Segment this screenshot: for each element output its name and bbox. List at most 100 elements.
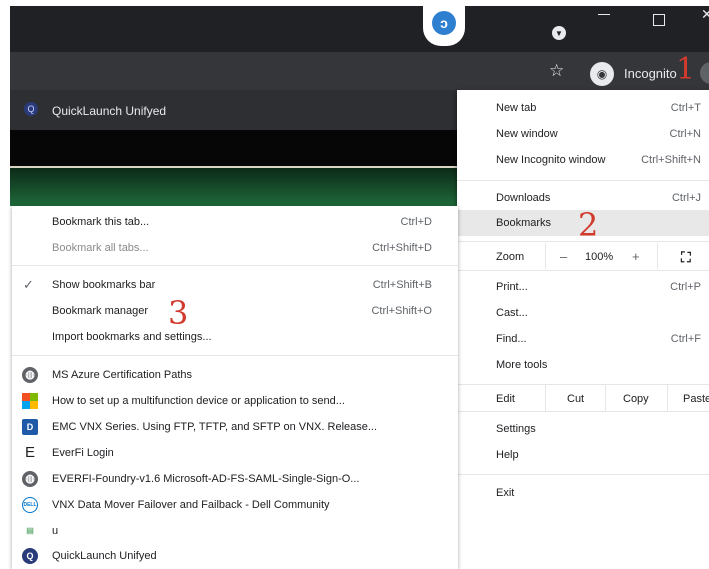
quicklaunch-icon: Q bbox=[22, 548, 38, 564]
menu-item-new-tab[interactable]: New tab Ctrl+T bbox=[457, 95, 709, 121]
menu-item-shortcut: Ctrl+Shift+N bbox=[641, 154, 701, 166]
paste-button[interactable]: Paste bbox=[683, 393, 709, 405]
bookmark-item[interactable]: D EMC VNX Series. Using FTP, TFTP, and S… bbox=[12, 414, 458, 440]
menu-item-label: Bookmark this tab... bbox=[52, 216, 150, 228]
page-banner bbox=[10, 130, 460, 168]
menu-item-shortcut: Ctrl+J bbox=[671, 192, 701, 204]
bookmark-item[interactable]: ◍ MS Azure Certification Paths bbox=[12, 362, 458, 388]
copy-button[interactable]: Copy bbox=[623, 393, 649, 405]
menu-item-label: New tab bbox=[496, 102, 537, 114]
cut-button[interactable]: Cut bbox=[567, 393, 584, 405]
annotation-number: 2 bbox=[578, 206, 599, 244]
menu-item-find[interactable]: Find... Ctrl+F bbox=[457, 326, 709, 352]
close-icon[interactable]: ✕ bbox=[701, 6, 709, 23]
submenu-item-bookmark-manager[interactable]: Bookmark manager Ctrl+Shift+O bbox=[12, 298, 458, 324]
chrome-main-menu: New tab Ctrl+T New window Ctrl+N New Inc… bbox=[457, 90, 709, 569]
menu-item-new-incognito[interactable]: New Incognito window Ctrl+Shift+N bbox=[457, 147, 709, 173]
menu-item-shortcut: Ctrl+N bbox=[669, 128, 701, 140]
menu-item-label: Settings bbox=[496, 423, 536, 435]
bookmark-item[interactable]: How to set up a multifunction device or … bbox=[12, 388, 458, 414]
bookmark-label: VNX Data Mover Failover and Failback - D… bbox=[52, 499, 330, 511]
menu-item-cast[interactable]: Cast... bbox=[457, 300, 709, 326]
menu-item-label: More tools bbox=[496, 359, 548, 371]
bookmark-label: EverFi Login bbox=[52, 447, 114, 459]
menu-item-label: New Incognito window bbox=[496, 154, 606, 166]
bookmark-label: MS Azure Certification Paths bbox=[52, 369, 193, 381]
menu-item-label: Bookmarks bbox=[496, 217, 552, 229]
incognito-icon[interactable]: ◉ bbox=[590, 62, 614, 86]
edit-divider bbox=[545, 385, 546, 411]
page-header bbox=[10, 168, 460, 206]
menu-item-new-window[interactable]: New window Ctrl+N bbox=[457, 121, 709, 147]
menu-item-label: Print... bbox=[496, 281, 528, 293]
zoom-divider bbox=[657, 243, 658, 269]
everfi-icon: E bbox=[24, 444, 35, 461]
edit-divider bbox=[605, 385, 606, 411]
extension-logo-icon: ↄ bbox=[432, 11, 456, 35]
bookmark-item[interactable]: DELL VNX Data Mover Failover and Failbac… bbox=[12, 492, 458, 518]
bookmark-label: How to set up a multifunction device or … bbox=[52, 395, 345, 407]
minimize-icon[interactable] bbox=[598, 14, 610, 15]
menu-item-shortcut: Ctrl+Shift+B bbox=[372, 279, 432, 291]
check-icon: ✓ bbox=[23, 277, 34, 292]
menu-item-help[interactable]: Help bbox=[457, 442, 709, 468]
zoom-row: Zoom – 100% + ⛶ bbox=[457, 243, 709, 269]
bookmark-label: u bbox=[52, 525, 59, 537]
menu-item-shortcut: Ctrl+Shift+O bbox=[371, 305, 432, 317]
edit-row: Edit Cut Copy Paste bbox=[457, 385, 709, 411]
bookmark-item[interactable]: ◍ EVERFI-Foundry-v1.6 Microsoft-AD-FS-SA… bbox=[12, 466, 458, 492]
menu-item-exit[interactable]: Exit bbox=[457, 480, 709, 506]
zoom-out-button[interactable]: – bbox=[560, 249, 567, 264]
menu-item-label: Help bbox=[496, 449, 519, 461]
menu-item-label: Show bookmarks bar bbox=[52, 279, 156, 291]
menu-divider bbox=[457, 411, 709, 412]
bookmark-label: EMC VNX Series. Using FTP, TFTP, and SFT… bbox=[52, 421, 378, 433]
menu-item-label: Import bookmarks and settings... bbox=[52, 331, 212, 343]
bookmark-item[interactable]: E EverFi Login bbox=[12, 440, 458, 466]
menu-item-shortcut: Ctrl+D bbox=[400, 216, 432, 228]
maximize-icon[interactable] bbox=[653, 14, 665, 26]
u-icon: ▤ bbox=[26, 526, 34, 535]
zoom-in-button[interactable]: + bbox=[632, 249, 640, 264]
submenu-item-import[interactable]: Import bookmarks and settings... bbox=[12, 324, 458, 350]
menu-divider bbox=[457, 270, 709, 271]
menu-item-shortcut: Ctrl+Shift+D bbox=[372, 242, 432, 254]
menu-divider bbox=[12, 355, 458, 356]
incognito-label[interactable]: Incognito bbox=[624, 66, 677, 81]
dell-icon: DELL bbox=[22, 497, 38, 513]
zoom-label: Zoom bbox=[496, 251, 525, 263]
menu-item-shortcut: Ctrl+T bbox=[670, 102, 701, 114]
menu-item-label: New window bbox=[496, 128, 558, 140]
bookmarks-bar-item[interactable]: QuickLaunch Unifyed bbox=[52, 104, 166, 118]
menu-item-shortcut: Ctrl+P bbox=[670, 281, 701, 293]
zoom-divider bbox=[545, 243, 546, 269]
menu-item-label: Downloads bbox=[496, 192, 551, 204]
quicklaunch-icon: Q bbox=[24, 102, 38, 116]
menu-item-print[interactable]: Print... Ctrl+P bbox=[457, 274, 709, 300]
fullscreen-icon[interactable]: ⛶ bbox=[681, 249, 691, 266]
bookmark-item[interactable]: Q QuickLaunch Unifyed bbox=[12, 543, 458, 569]
menu-item-label: Cast... bbox=[496, 307, 528, 319]
menu-item-shortcut: Ctrl+F bbox=[670, 333, 701, 345]
zoom-level: 100% bbox=[585, 251, 614, 263]
microsoft-icon bbox=[22, 393, 38, 409]
title-bar bbox=[10, 6, 709, 52]
edit-label: Edit bbox=[496, 393, 515, 405]
menu-divider bbox=[457, 474, 709, 475]
bookmark-star-icon[interactable]: ☆ bbox=[549, 61, 564, 81]
extension-logo[interactable]: ↄ bbox=[423, 4, 465, 46]
submenu-item-bookmark-tab[interactable]: Bookmark this tab... Ctrl+D bbox=[12, 209, 458, 235]
submenu-item-show-bookmarks-bar[interactable]: ✓ Show bookmarks bar Ctrl+Shift+B bbox=[12, 272, 458, 298]
globe-icon: ◍ bbox=[22, 367, 38, 383]
menu-item-settings[interactable]: Settings bbox=[457, 416, 709, 442]
menu-item-more-tools[interactable]: More tools bbox=[457, 352, 709, 378]
document-d-icon: D bbox=[22, 419, 38, 435]
menu-item-label: Find... bbox=[496, 333, 527, 345]
bookmark-item[interactable]: ▤ u bbox=[12, 518, 458, 544]
tab-search-icon[interactable]: ▼ bbox=[552, 26, 566, 40]
bookmarks-submenu: Bookmark this tab... Ctrl+D Bookmark all… bbox=[12, 206, 458, 569]
annotation-number: 3 bbox=[168, 294, 189, 332]
bookmark-label: EVERFI-Foundry-v1.6 Microsoft-AD-FS-SAML… bbox=[52, 473, 360, 485]
globe-icon: ◍ bbox=[22, 471, 38, 487]
submenu-item-bookmark-all[interactable]: Bookmark all tabs... Ctrl+Shift+D bbox=[12, 235, 458, 261]
